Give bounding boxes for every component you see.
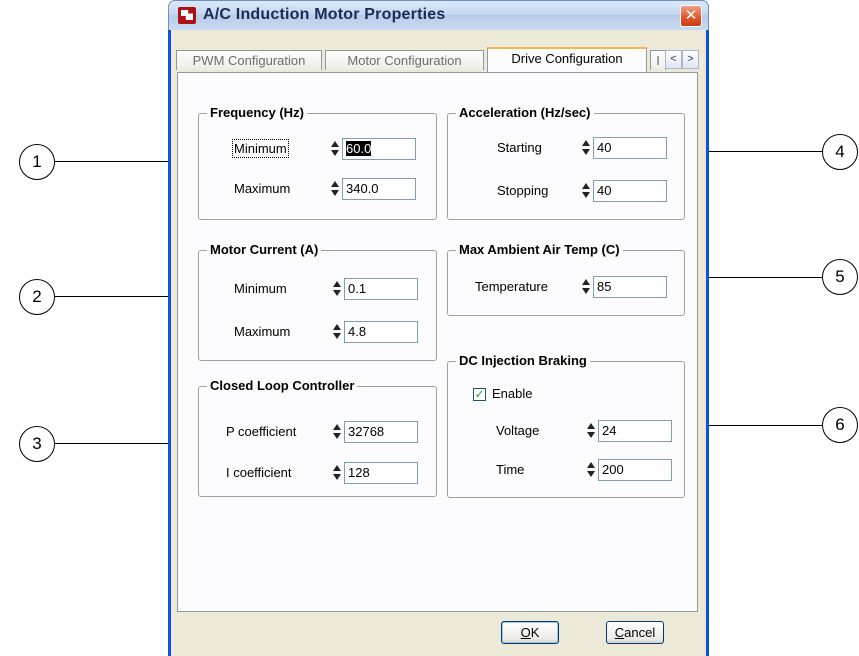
tab-drive-configuration[interactable]: Drive Configuration <box>487 47 647 72</box>
i-coefficient-spinner[interactable] <box>332 463 342 483</box>
acceleration-stopping-input[interactable]: 40 <box>593 180 667 202</box>
dialog-body: PWM Configuration Motor Configuration Dr… <box>171 30 706 656</box>
p-coefficient-label: P coefficient <box>226 424 297 439</box>
spin-down-icon[interactable] <box>582 192 590 198</box>
spin-down-icon[interactable] <box>333 290 341 296</box>
motor-current-maximum-input[interactable]: 4.8 <box>344 321 418 343</box>
tab-scroll-right-button[interactable]: > <box>682 50 699 69</box>
frequency-maximum-label: Maximum <box>234 181 291 196</box>
time-spinner[interactable] <box>586 460 596 480</box>
acceleration-starting-spinner[interactable] <box>581 138 591 158</box>
spin-down-icon[interactable] <box>333 474 341 480</box>
acceleration-starting-label: Starting <box>497 140 542 155</box>
spin-up-icon[interactable] <box>333 281 341 287</box>
frequency-group-title: Frequency (Hz) <box>207 105 307 120</box>
ok-button[interactable]: OK <box>501 621 559 644</box>
spin-down-icon[interactable] <box>333 333 341 339</box>
spin-up-icon[interactable] <box>582 183 590 189</box>
acceleration-stopping-spinner[interactable] <box>581 181 591 201</box>
motor-current-minimum-spinner[interactable] <box>332 279 342 299</box>
properties-dialog: A/C Induction Motor Properties ✕ PWM Con… <box>168 0 709 656</box>
motor-current-minimum-input[interactable]: 0.1 <box>344 278 418 300</box>
spin-down-icon[interactable] <box>331 190 339 196</box>
temperature-label: Temperature <box>475 279 548 294</box>
spin-down-icon[interactable] <box>582 149 590 155</box>
frequency-maximum-input[interactable]: 340.0 <box>342 178 416 200</box>
acceleration-stopping-label: Stopping <box>497 183 549 198</box>
cancel-mnemonic: C <box>614 625 625 640</box>
enable-checkbox[interactable]: ✓ <box>473 388 486 401</box>
window-title: A/C Induction Motor Properties <box>203 6 446 23</box>
frequency-minimum-value: 60.0 <box>346 141 372 156</box>
spin-up-icon[interactable] <box>331 141 339 147</box>
callout-6: 6 <box>822 407 858 443</box>
callout-3: 3 <box>19 426 55 462</box>
tab-overflow[interactable]: I <box>650 50 666 70</box>
frequency-group: Frequency (Hz) Minimum 60.0 Maximum 340.… <box>198 105 437 220</box>
enable-checkbox-label[interactable]: Enable <box>492 386 532 401</box>
acceleration-group-title: Acceleration (Hz/sec) <box>456 105 594 120</box>
i-coefficient-label: I coefficient <box>226 465 292 480</box>
acceleration-group: Acceleration (Hz/sec) Starting 40 Stoppi… <box>447 105 685 220</box>
frequency-minimum-spinner[interactable] <box>330 139 340 159</box>
ok-mnemonic: O <box>520 625 531 640</box>
spin-up-icon[interactable] <box>333 424 341 430</box>
spin-down-icon[interactable] <box>582 288 590 294</box>
p-coefficient-spinner[interactable] <box>332 422 342 442</box>
spin-up-icon[interactable] <box>333 465 341 471</box>
spin-up-icon[interactable] <box>582 279 590 285</box>
dc-injection-braking-group: DC Injection Braking ✓ Enable Voltage 24… <box>447 353 685 498</box>
callout-2: 2 <box>19 279 55 315</box>
motor-current-group-title: Motor Current (A) <box>207 242 322 257</box>
voltage-label: Voltage <box>496 423 540 438</box>
ok-label-rest: K <box>530 625 540 640</box>
tab-pwm-configuration[interactable]: PWM Configuration <box>176 50 322 70</box>
dc-injection-braking-group-title: DC Injection Braking <box>456 353 590 368</box>
closed-loop-controller-group: Closed Loop Controller P coefficient 327… <box>198 378 437 497</box>
title-bar[interactable]: A/C Induction Motor Properties ✕ <box>168 0 709 30</box>
callout-1: 1 <box>19 144 55 180</box>
tab-motor-configuration[interactable]: Motor Configuration <box>325 50 484 70</box>
motor-current-group: Motor Current (A) Minimum 0.1 Maximum 4.… <box>198 242 437 361</box>
motor-current-maximum-label: Maximum <box>234 324 291 339</box>
frequency-minimum-input[interactable]: 60.0 <box>342 138 416 160</box>
tab-strip: PWM Configuration Motor Configuration Dr… <box>174 47 701 72</box>
frequency-minimum-label: Minimum <box>232 139 289 158</box>
time-label: Time <box>496 462 525 477</box>
time-input[interactable]: 200 <box>598 459 672 481</box>
cancel-button[interactable]: Cancel <box>606 621 664 644</box>
motor-current-maximum-spinner[interactable] <box>332 322 342 342</box>
cancel-label-rest: ancel <box>624 625 656 640</box>
temperature-input[interactable]: 85 <box>593 276 667 298</box>
callout-4: 4 <box>822 134 858 170</box>
acceleration-starting-input[interactable]: 40 <box>593 137 667 159</box>
p-coefficient-input[interactable]: 32768 <box>344 421 418 443</box>
spin-up-icon[interactable] <box>331 181 339 187</box>
callout-5: 5 <box>822 259 858 295</box>
temperature-spinner[interactable] <box>581 277 591 297</box>
closed-loop-controller-group-title: Closed Loop Controller <box>207 378 358 393</box>
max-ambient-temp-group-title: Max Ambient Air Temp (C) <box>456 242 623 257</box>
spin-up-icon[interactable] <box>333 324 341 330</box>
close-button[interactable]: ✕ <box>680 5 702 27</box>
voltage-spinner[interactable] <box>586 421 596 441</box>
ti-logo-icon <box>178 7 196 24</box>
motor-current-minimum-label: Minimum <box>234 281 287 296</box>
frequency-maximum-spinner[interactable] <box>330 179 340 199</box>
spin-down-icon[interactable] <box>333 433 341 439</box>
spin-down-icon[interactable] <box>331 150 339 156</box>
drive-configuration-page: Frequency (Hz) Minimum 60.0 Maximum 340.… <box>177 72 698 612</box>
spin-up-icon[interactable] <box>587 462 595 468</box>
spin-up-icon[interactable] <box>582 140 590 146</box>
button-bar: OK Cancel <box>174 613 703 656</box>
i-coefficient-input[interactable]: 128 <box>344 462 418 484</box>
tab-scroll-left-button[interactable]: < <box>665 50 682 69</box>
max-ambient-temp-group: Max Ambient Air Temp (C) Temperature 85 <box>447 242 685 316</box>
spin-down-icon[interactable] <box>587 471 595 477</box>
spin-up-icon[interactable] <box>587 423 595 429</box>
voltage-input[interactable]: 24 <box>598 420 672 442</box>
spin-down-icon[interactable] <box>587 432 595 438</box>
